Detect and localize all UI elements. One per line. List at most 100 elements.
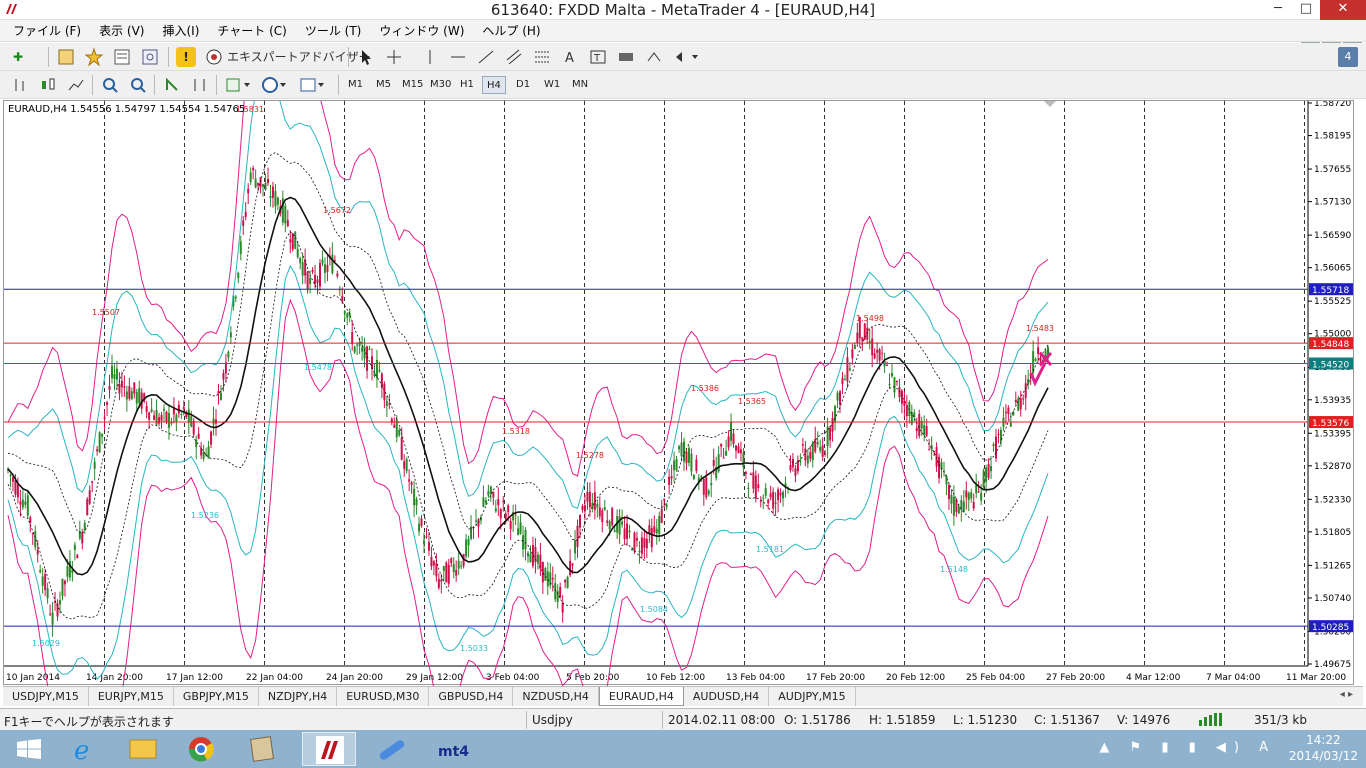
- tab-audjpy-m15[interactable]: AUDJPY,M15: [769, 687, 856, 706]
- connection-status-icon[interactable]: [1198, 712, 1224, 726]
- bar-chart-icon[interactable]: [10, 75, 30, 95]
- candle-body: [678, 446, 681, 450]
- chart-tabs: USDJPY,M15 EURJPY,M15 GBPJPY,M15 NZDJPY,…: [3, 686, 1363, 706]
- candle-body: [331, 254, 334, 274]
- trendline-icon[interactable]: [476, 47, 496, 67]
- toolbar-separator: [216, 75, 217, 95]
- windows-start-icon[interactable]: [2, 732, 56, 766]
- fxdd-metatrader-icon[interactable]: [302, 732, 356, 766]
- candle-body: [368, 349, 371, 351]
- candle-body: [299, 257, 302, 264]
- expert-advisor-button[interactable]: エキスパートアドバイザー: [227, 47, 371, 67]
- minimize-button[interactable]: ─: [1264, 0, 1292, 20]
- mt4-icon[interactable]: mt4: [426, 732, 480, 766]
- chart-shift-icon[interactable]: [190, 75, 210, 95]
- menu-window[interactable]: ウィンドウ (W): [370, 22, 473, 39]
- crosshair-icon[interactable]: [384, 47, 404, 67]
- chrome-icon[interactable]: [174, 732, 228, 766]
- timeframe-w1[interactable]: W1: [540, 76, 564, 94]
- horizontal-line-icon[interactable]: [448, 47, 468, 67]
- candle-body: [413, 488, 416, 506]
- alert-icon[interactable]: !: [176, 47, 196, 67]
- tab-nzdusd-h4[interactable]: NZDUSD,H4: [513, 687, 599, 706]
- menu-help[interactable]: ヘルプ (H): [473, 22, 549, 39]
- candle-body: [987, 463, 990, 478]
- file-explorer-icon[interactable]: [116, 732, 170, 766]
- timeframe-m15[interactable]: M15: [398, 76, 427, 94]
- market-watch-icon[interactable]: [112, 47, 132, 67]
- tab-euraud-h4[interactable]: EURAUD,H4: [598, 687, 684, 706]
- templates-icon[interactable]: [298, 75, 328, 95]
- candlestick-icon[interactable]: [38, 75, 58, 95]
- menu-file[interactable]: ファイル (F): [4, 22, 90, 39]
- timeframe-m30[interactable]: M30: [426, 76, 455, 94]
- more-objects-icon[interactable]: [672, 47, 702, 67]
- candle-body: [96, 449, 99, 452]
- candle-body: [120, 380, 123, 388]
- timeframe-h4[interactable]: H4: [482, 76, 506, 94]
- navigator-icon[interactable]: [140, 47, 160, 67]
- zoom-in-icon[interactable]: [100, 75, 120, 95]
- rectangle-icon[interactable]: [616, 47, 636, 67]
- candle-body: [160, 414, 163, 421]
- candle-body: [309, 277, 312, 284]
- price-tick-label: 1.52870: [1314, 462, 1351, 472]
- vertical-line-icon[interactable]: [420, 47, 440, 67]
- favorites-icon[interactable]: [84, 47, 104, 67]
- tab-audusd-h4[interactable]: AUDUSD,H4: [684, 687, 770, 706]
- tab-usdjpy-m15[interactable]: USDJPY,M15: [3, 687, 89, 706]
- tab-gbpusd-h4[interactable]: GBPUSD,H4: [429, 687, 514, 706]
- fibonacci-icon[interactable]: [532, 47, 552, 67]
- tab-nzdjpy-h4[interactable]: NZDJPY,H4: [259, 687, 338, 706]
- timeframe-m5[interactable]: M5: [372, 76, 395, 94]
- candle-body: [435, 563, 438, 577]
- zoom-out-icon[interactable]: [128, 75, 148, 95]
- menu-insert[interactable]: 挿入(I): [153, 22, 208, 39]
- internet-explorer-icon[interactable]: e: [58, 732, 112, 766]
- tab-eurjpy-m15[interactable]: EURJPY,M15: [89, 687, 174, 706]
- menu-view[interactable]: 表示 (V): [90, 22, 153, 39]
- timeframe-d1[interactable]: D1: [512, 76, 534, 94]
- timeframe-m1[interactable]: M1: [344, 76, 367, 94]
- menu-tools[interactable]: ツール (T): [296, 22, 371, 39]
- tab-gbpjpy-m15[interactable]: GBPJPY,M15: [174, 687, 259, 706]
- candle-body: [259, 177, 262, 188]
- menu-chart[interactable]: チャート (C): [208, 22, 295, 39]
- equidistant-channel-icon[interactable]: [504, 47, 524, 67]
- candle-body: [710, 483, 713, 486]
- candle-body: [356, 344, 359, 346]
- timeframe-h1[interactable]: H1: [456, 76, 478, 94]
- candle-body: [925, 426, 928, 436]
- price-tick-label: 1.49675: [1314, 660, 1351, 670]
- price-chart[interactable]: 1.58720 1.58195 1.57655 1.57130 1.56590 1.560…: [4, 101, 1355, 686]
- maximize-button[interactable]: □: [1292, 0, 1320, 20]
- candle-body: [319, 263, 321, 287]
- candle-body: [237, 272, 240, 279]
- arrows-icon[interactable]: [644, 47, 664, 67]
- tab-scroll-arrows[interactable]: ◂ ▸: [1340, 689, 1353, 700]
- timeframe-mn[interactable]: MN: [568, 76, 592, 94]
- tab-eurusd-m30[interactable]: EURUSD,M30: [337, 687, 430, 706]
- auto-scroll-icon[interactable]: [162, 75, 182, 95]
- candle-body: [373, 373, 376, 376]
- window-count-badge[interactable]: 4: [1338, 47, 1358, 67]
- line-chart-icon[interactable]: [66, 75, 86, 95]
- candle-body: [180, 413, 183, 415]
- profiles-icon[interactable]: [56, 47, 76, 67]
- tools-icon[interactable]: [236, 732, 290, 766]
- indicators-icon[interactable]: [224, 75, 252, 95]
- periods-icon[interactable]: [260, 75, 290, 95]
- taskbar-clock[interactable]: 14:22 2014/03/12: [1289, 732, 1358, 764]
- inner-upper-band: [7, 101, 1049, 509]
- new-chart-icon[interactable]: ✚: [8, 47, 28, 67]
- candle-body: [519, 522, 522, 534]
- system-tray-icons[interactable]: ▲ ⚑ ▮ ▮ ◀) A: [1099, 740, 1276, 755]
- text-icon[interactable]: A: [560, 47, 580, 67]
- pen-icon[interactable]: [364, 732, 418, 766]
- chart-window[interactable]: 1.58720 1.58195 1.57655 1.57130 1.56590 1.560…: [3, 100, 1355, 686]
- close-button[interactable]: ✕: [1320, 0, 1366, 20]
- cursor-icon[interactable]: [356, 47, 376, 67]
- candle-body: [819, 447, 822, 451]
- text-label-icon[interactable]: T: [588, 47, 608, 67]
- expert-advisor-icon[interactable]: [204, 47, 224, 67]
